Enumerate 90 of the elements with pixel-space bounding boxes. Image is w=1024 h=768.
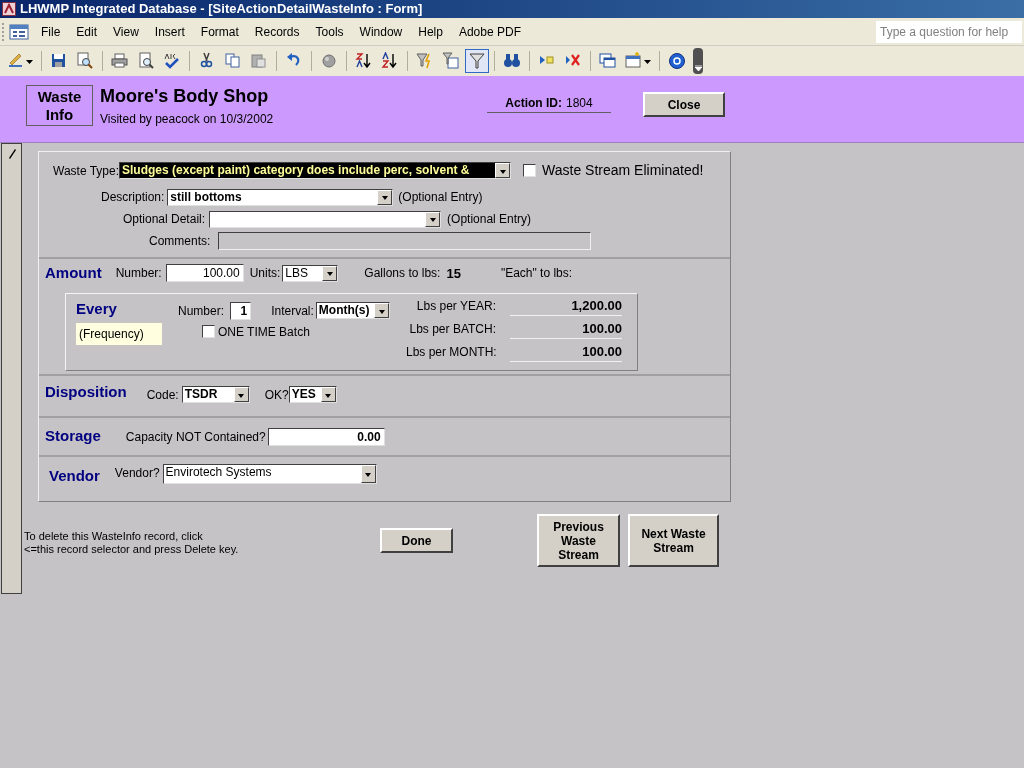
help-search-field[interactable]: Type a question for help: [876, 20, 1022, 43]
total-value: 1,200.00: [510, 295, 622, 317]
checkbox[interactable]: [523, 164, 537, 177]
description-dropdown[interactable]: still bottoms: [167, 188, 394, 206]
field-label: Vendor?: [114, 465, 160, 482]
waste-type-dropdown[interactable]: Sludges (except paint) category does include perc, solvent &: [119, 162, 512, 179]
sort-descending-icon: [381, 52, 399, 70]
windows-icon: [599, 52, 617, 70]
field-label: Waste Type:: [53, 162, 120, 180]
field-label: Lbs per YEAR:: [415, 298, 496, 315]
field-label: Comments:: [149, 233, 211, 250]
visit-info: Visited by peacock on 10/3/2002: [100, 111, 275, 128]
funnel-icon: [468, 52, 486, 70]
close-button[interactable]: Close: [643, 92, 725, 117]
binoculars-icon: [503, 52, 521, 70]
funnel-form-icon: [442, 52, 460, 70]
total-value: 100.00: [510, 318, 622, 340]
field-label: "Each" to lbs:: [500, 265, 573, 283]
vendor-dropdown[interactable]: Envirotech Systems: [162, 464, 377, 484]
field-label: Action ID:: [505, 95, 562, 112]
field-label: (Optional Entry): [398, 189, 483, 206]
section-title: Amount: [45, 263, 102, 283]
instruction-text: To delete this WasteInfo record, click: [24, 530, 204, 543]
caret-icon: [26, 57, 33, 65]
copy-pages-icon: [224, 52, 242, 70]
field-label: Interval:: [271, 302, 314, 320]
field-label: ONE TIME Batch: [218, 323, 310, 341]
optional-detail-dropdown[interactable]: [209, 210, 442, 228]
print-preview-icon: [137, 52, 155, 70]
pencil-ruler-icon: [7, 52, 25, 70]
site-name: Moore's Body Shop: [100, 85, 270, 107]
menu-item[interactable]: Window: [351, 22, 411, 41]
new-object-icon: [625, 52, 643, 70]
field-label: Lbs per MONTH:: [406, 344, 496, 361]
clipboard-icon: [250, 52, 268, 70]
comments-field[interactable]: [218, 232, 592, 250]
field-label: Number:: [115, 265, 162, 283]
units-dropdown[interactable]: LBS: [282, 264, 339, 282]
section-title: Storage: [45, 426, 101, 447]
interval-dropdown[interactable]: Month(s): [315, 302, 390, 319]
menu-item[interactable]: Records: [246, 22, 308, 41]
field-label: Capacity NOT Contained?: [125, 428, 266, 446]
action-id: 1804: [566, 95, 593, 112]
field-label: Optional Detail:: [123, 211, 206, 228]
caret-icon: [694, 65, 702, 71]
form-badge: Waste Info: [26, 85, 93, 126]
previous-button[interactable]: Previous Waste Stream: [537, 514, 620, 567]
menu-item[interactable]: Edit: [68, 22, 106, 41]
menu-item[interactable]: Adobe PDF: [450, 22, 529, 41]
section-title: Disposition: [45, 382, 127, 403]
app-key-icon: [2, 2, 16, 16]
caret-icon: [644, 57, 651, 65]
form-icon: [9, 23, 29, 40]
frequency-number-field[interactable]: 1: [230, 301, 252, 320]
pencil-icon: [6, 147, 17, 159]
ok-dropdown[interactable]: YES: [288, 386, 337, 403]
capacity-field[interactable]: 0.00: [267, 427, 385, 446]
toolbar-options-button[interactable]: [693, 48, 703, 74]
record-selector[interactable]: [1, 143, 22, 594]
section-title: Vendor: [49, 466, 100, 486]
help-icon: [668, 52, 686, 70]
menu-item[interactable]: Help: [410, 22, 451, 41]
menu-item[interactable]: Format: [192, 22, 247, 41]
menu-item[interactable]: File: [33, 22, 69, 41]
menu-item[interactable]: Insert: [146, 22, 193, 41]
sort-ascending-icon: [355, 52, 373, 70]
done-button[interactable]: Done: [380, 528, 453, 553]
instruction-text: <=this record selector and press Delete key.: [24, 543, 240, 556]
field-label: Units:: [249, 265, 281, 283]
menu-item[interactable]: Tools: [307, 22, 352, 41]
magnifier-page-icon: [76, 52, 94, 70]
window-title: LHWMP Integrated Database - [SiteActionDetailWasteInfo : Form]: [20, 0, 423, 19]
disposition-code-dropdown[interactable]: TSDR: [181, 386, 250, 403]
field-label: (Optional Entry): [447, 211, 532, 228]
printer-icon: [111, 52, 129, 70]
total-value: 100.00: [510, 341, 622, 363]
field-label: Gallons to lbs:: [364, 265, 441, 283]
field-label: OK?: [264, 386, 289, 404]
frequency-note: (Frequency): [76, 323, 162, 345]
spell-check-icon: [163, 52, 181, 70]
field-label: Lbs per BATCH:: [408, 321, 496, 338]
number-field[interactable]: 100.00: [165, 264, 244, 283]
next-button[interactable]: Next Waste Stream: [628, 514, 719, 567]
field-label: Code:: [146, 386, 179, 404]
field-label: Waste Stream Eliminated!: [542, 161, 704, 180]
field-label: Description:: [101, 189, 165, 206]
gallons-value: 15: [446, 264, 461, 283]
field-label: Number:: [178, 302, 224, 320]
menu-item[interactable]: View: [105, 22, 147, 41]
checkbox[interactable]: [202, 325, 215, 338]
